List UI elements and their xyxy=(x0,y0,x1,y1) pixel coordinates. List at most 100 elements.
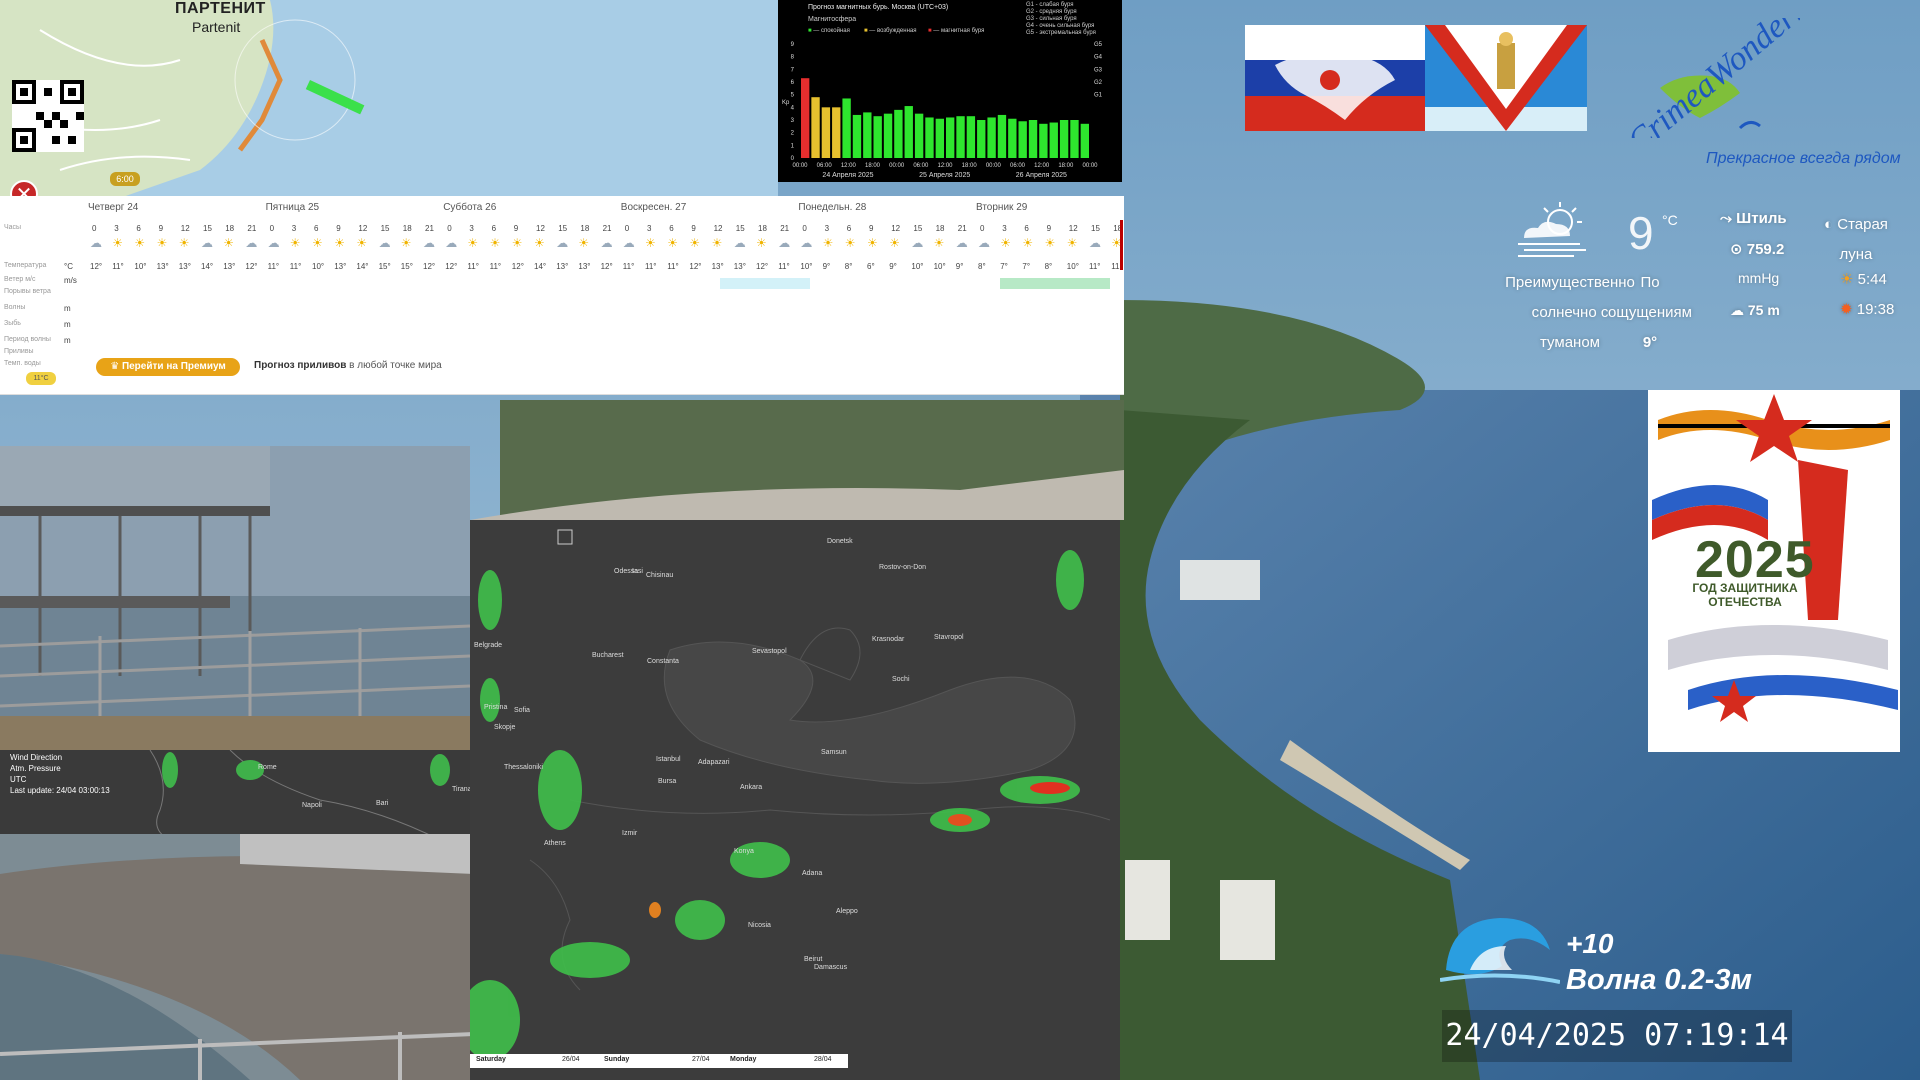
kp-bar xyxy=(1080,123,1089,158)
sunset-time: ✹ 19:38 xyxy=(1840,301,1895,318)
forecast-temp: 11° xyxy=(112,262,124,271)
sun-icon: ☀ xyxy=(933,236,945,250)
row-label-water-temp: Темп. воды xyxy=(4,360,41,367)
sun-icon: ☀ xyxy=(112,236,123,250)
sun-icon: ☀ xyxy=(467,236,479,250)
kp-bar xyxy=(904,106,913,158)
city-coat-of-arms xyxy=(1425,25,1587,131)
forecast-temp: 10° xyxy=(134,262,147,271)
forecast-hour: 15 xyxy=(735,224,745,233)
forecast-temp: 13° xyxy=(334,262,347,271)
sun-icon: ☀ xyxy=(534,236,545,250)
kp-bar xyxy=(1028,120,1038,158)
row-unit: °C xyxy=(64,262,73,271)
forecast-temp: 8° xyxy=(1044,262,1053,271)
tides-forecast-link[interactable]: Прогноз приливов в любой точке мира xyxy=(254,360,442,371)
weather-radar-map[interactable]: Chisinau Odessa Donetsk Rostov-on-Don Iasi Se… xyxy=(470,520,1120,1080)
row-label-wind: Ветер м/с xyxy=(4,276,36,283)
forecast-hour: 6 xyxy=(1024,224,1029,233)
forecast-temp: 13° xyxy=(556,262,569,271)
forecast-temp: 11° xyxy=(289,262,302,271)
map-city-label: Sofia xyxy=(514,707,530,714)
cloud-icon: ☁ xyxy=(800,236,813,250)
timeline-day[interactable]: Monday xyxy=(730,1056,756,1063)
map-time-chip: 6:00 xyxy=(110,172,140,186)
forecast-table[interactable]: Четверг 24 Пятница 25 Суббота 26 Воскресен.… xyxy=(0,196,1124,395)
forecast-temp: 15° xyxy=(400,262,413,271)
map-city-label: Donetsk xyxy=(827,538,853,545)
forecast-temp: 12° xyxy=(445,262,458,271)
map-city-label: Chisinau xyxy=(646,572,674,579)
feels-like: По ощущениям 9° xyxy=(1608,274,1692,351)
sun-icon: ☀ xyxy=(489,236,501,250)
forecast-temp: 9° xyxy=(955,262,964,271)
x-tick-label: 12:00 xyxy=(1034,163,1050,169)
forecast-hour: 0 xyxy=(802,224,807,233)
cloud-icon: ☁ xyxy=(1089,236,1101,250)
datetime-clock: 24/04/2025 07:19:14 xyxy=(1442,1010,1792,1062)
forecast-hour: 12 xyxy=(1068,224,1078,233)
forecast-temp: 7° xyxy=(1000,262,1008,271)
kp-bar xyxy=(946,117,955,158)
timeline-day[interactable]: Sunday xyxy=(604,1056,629,1063)
row-unit: m xyxy=(64,336,71,345)
brand-name: CrimeaWonderland xyxy=(1621,18,1800,138)
partly-sunny-fog-icon xyxy=(1518,202,1586,257)
cloud-icon: ☁ xyxy=(600,236,613,250)
sun-icon: ☀ xyxy=(156,236,168,250)
forecast-temp: 9° xyxy=(889,262,897,271)
forecast-hour: 0 xyxy=(980,224,985,233)
forecast-temp: 12° xyxy=(511,262,524,271)
map-city-label: Krasnodar xyxy=(872,636,905,643)
kp-bar xyxy=(1018,121,1027,158)
wind-highlight xyxy=(720,278,810,289)
forecast-temp: 13° xyxy=(711,262,724,271)
temp-unit: °C xyxy=(1662,212,1678,228)
wind-icon: ⤳ xyxy=(1720,210,1737,227)
sun-icon: ☀ xyxy=(1022,236,1034,250)
sun-icon: ☀ xyxy=(223,236,234,250)
forecast-temp: 12° xyxy=(423,262,436,271)
x-tick-label: 00:00 xyxy=(986,163,1002,169)
strip-city: Napoli xyxy=(302,802,322,809)
forecast-day: Суббота 26 xyxy=(443,202,497,213)
map-city-label: Thessaloniki xyxy=(504,764,543,771)
crimeawonderland-logo: CrimeaWonderland xyxy=(1621,18,1800,138)
cloud-icon: ☁ xyxy=(733,236,746,250)
webcam-beach[interactable] xyxy=(0,834,474,1080)
forecast-temp: 7° xyxy=(1022,262,1031,271)
kp-bar xyxy=(821,107,831,158)
forecast-temp: 12° xyxy=(689,262,702,271)
map-place-en: Partenit xyxy=(192,19,241,35)
y-tick-label: 1 xyxy=(791,143,795,149)
map-city-label: Konya xyxy=(734,848,754,855)
forecast-temp: 14° xyxy=(201,262,214,271)
location-map[interactable] xyxy=(0,0,778,198)
x-tick-label: 00:00 xyxy=(889,163,905,169)
forecast-day: Вторник 29 xyxy=(976,202,1028,213)
sun-icon: ☀ xyxy=(844,236,856,250)
kp-bar xyxy=(1049,122,1058,158)
forecast-hour: 18 xyxy=(225,224,235,233)
forecast-temp: 10° xyxy=(312,262,325,271)
water-temp-badge: 11°C xyxy=(26,372,56,385)
map-city-label: Sochi xyxy=(892,676,910,683)
forecast-temp: 13° xyxy=(578,262,591,271)
forecast-hour: 3 xyxy=(469,224,474,233)
kp-bar xyxy=(977,120,986,158)
y-axis-label: Kp xyxy=(782,100,790,106)
cloud-icon: ☁ xyxy=(622,236,635,250)
sun-icon: ☀ xyxy=(178,236,190,250)
map-city-label: Sevastopol xyxy=(752,648,787,655)
cloud-icon: ☁ xyxy=(556,236,569,250)
map-city-label: Samsun xyxy=(821,749,847,756)
g-level-label: G3 xyxy=(1094,67,1103,73)
premium-button[interactable]: ♛ Перейти на Премиум xyxy=(96,358,240,376)
strip-city: Rome xyxy=(258,764,277,771)
forecast-hour: 21 xyxy=(957,224,967,233)
timeline-date: 27/04 xyxy=(692,1056,710,1063)
webcam-pier[interactable] xyxy=(0,446,470,750)
timeline-day[interactable]: Saturday xyxy=(476,1056,506,1063)
radar-timeline[interactable]: Saturday 26/04 Sunday 27/04 Monday 28/04 xyxy=(470,1054,848,1068)
forecast-hour: 0 xyxy=(447,224,452,233)
